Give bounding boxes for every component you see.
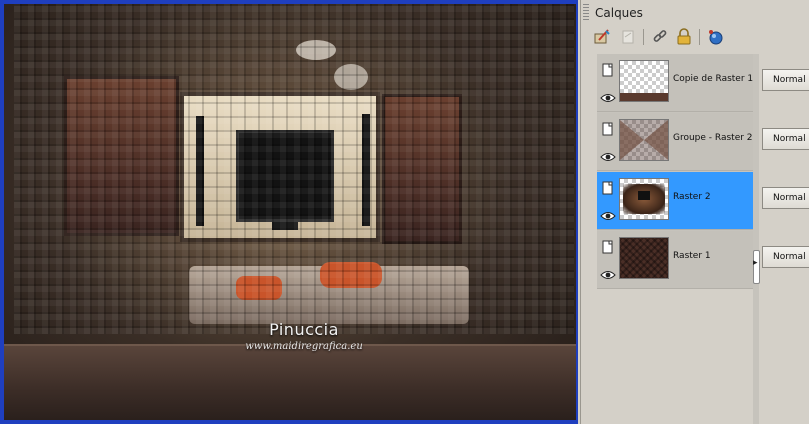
layers-list: Copie de Raster 1 Groupe - Raster 2 Rast… — [597, 54, 753, 289]
app-root: Pinuccia www.maidiregrafica.eu Calques C… — [0, 0, 809, 424]
canvas-floor — [4, 344, 576, 420]
visibility-eye-icon[interactable] — [600, 148, 616, 161]
layer-properties-icon[interactable] — [601, 62, 615, 77]
blend-mode-button[interactable]: Normal — [762, 187, 809, 209]
link-icon[interactable] — [649, 26, 671, 48]
blend-mode-button[interactable]: Normal — [762, 128, 809, 150]
lock-icon[interactable] — [673, 26, 695, 48]
layer-thumbnail — [619, 60, 669, 102]
layer-name: Raster 1 — [673, 251, 711, 261]
scroll-arrow-icon: ▸ — [753, 258, 758, 268]
layers-scroll-track[interactable] — [753, 54, 759, 424]
layer-thumbnail — [619, 119, 669, 161]
watermark-url: www.maidiregrafica.eu — [245, 341, 363, 352]
visibility-eye-icon[interactable] — [600, 266, 616, 279]
layer-row-raster-1[interactable]: Raster 1 — [597, 231, 753, 289]
layer-name: Raster 2 — [673, 192, 711, 202]
image-canvas[interactable]: Pinuccia www.maidiregrafica.eu — [4, 4, 576, 420]
blend-mode-button[interactable]: Normal — [762, 246, 809, 268]
layer-thumbnail — [619, 178, 669, 220]
edit-layer-icon[interactable] — [591, 26, 613, 48]
layer-row-copie-raster-1[interactable]: Copie de Raster 1 — [597, 54, 753, 112]
watermark-title: Pinuccia — [269, 320, 339, 339]
layer-thumbnail — [619, 237, 669, 279]
blend-mode-button[interactable]: Normal — [762, 69, 809, 91]
layers-palette: Calques Copie de Raster 1 Groupe - Raste… — [580, 0, 809, 424]
canvas-frame: Pinuccia www.maidiregrafica.eu — [0, 0, 578, 424]
layer-row-raster-2[interactable]: Raster 2 — [597, 172, 753, 230]
layers-toolbar — [591, 26, 806, 50]
layer-name: Groupe - Raster 2 — [673, 133, 753, 143]
blend-mode-column: Normal Normal Normal Normal — [760, 54, 809, 424]
mask-globe-icon[interactable] — [705, 26, 727, 48]
layer-name: Copie de Raster 1 — [673, 74, 754, 84]
layer-properties-icon[interactable] — [601, 121, 615, 136]
visibility-eye-icon[interactable] — [600, 89, 616, 102]
disabled-layer-icon[interactable] — [617, 26, 639, 48]
visibility-eye-icon[interactable] — [600, 207, 616, 220]
canvas-weave-texture — [14, 4, 574, 334]
palette-grip[interactable] — [583, 4, 589, 20]
layer-properties-icon[interactable] — [601, 239, 615, 254]
layer-row-groupe-raster-2[interactable]: Groupe - Raster 2 — [597, 113, 753, 171]
layer-properties-icon[interactable] — [601, 180, 615, 195]
palette-title: Calques — [595, 6, 643, 20]
